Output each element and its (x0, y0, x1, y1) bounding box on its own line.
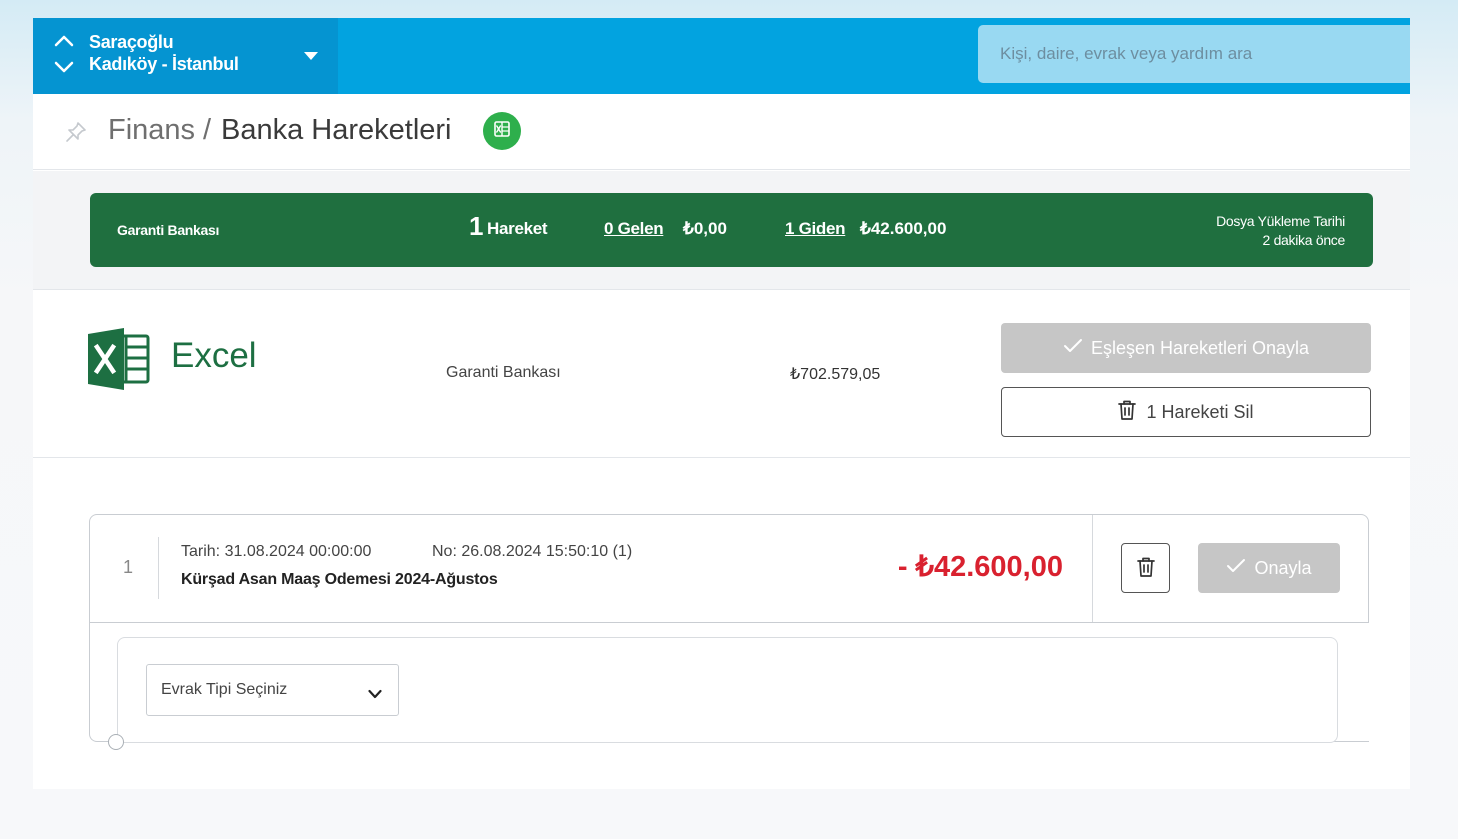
breadcrumb-root[interactable]: Finans (108, 114, 195, 147)
bank-summary-bar: Garanti Bankası 1 Hareket 0 Gelen ₺0,00 … (90, 193, 1373, 267)
pin-icon[interactable] (65, 121, 87, 143)
page-title: Banka Hareketleri (221, 114, 452, 146)
document-type-placeholder: Evrak Tipi Seçiniz (161, 681, 288, 698)
summary-bank-name: Garanti Bankası (117, 222, 220, 238)
transaction-card: 1 Tarih: 31.08.2024 00:00:00 No: 26.08.2… (89, 514, 1369, 623)
upload-date-label: Dosya Yükleme Tarihi (1216, 213, 1345, 229)
approve-transaction-label: Onayla (1254, 557, 1312, 578)
transaction-index: 1 (123, 557, 134, 577)
outgoing-amount: ₺42.600,00 (860, 219, 947, 238)
document-type-select[interactable]: Evrak Tipi Seçiniz (146, 664, 399, 716)
transaction-detail-panel: Evrak Tipi Seçiniz (117, 637, 1338, 743)
outgoing-link[interactable]: 1 Giden (785, 219, 846, 239)
summary-band: Garanti Bankası 1 Hareket 0 Gelen ₺0,00 … (33, 171, 1410, 290)
approve-matched-button[interactable]: Eşleşen Hareketleri Onayla (1001, 323, 1371, 373)
transaction-number: No: 26.08.2024 15:50:10 (1) (432, 543, 633, 560)
site-switcher[interactable]: Saraçoğlu Kadıköy - İstanbul (33, 18, 338, 94)
chevron-up-down-icon[interactable] (53, 31, 75, 77)
transaction-description: Kürşad Asan Maaş Odemesi 2024-Ağustos (181, 571, 498, 588)
site-name: Saraçoğlu (89, 32, 174, 52)
transaction-amount: - ₺42.600,00 (897, 551, 1063, 583)
delete-movements-label: 1 Hareketi Sil (1146, 401, 1254, 422)
approve-transaction-button[interactable]: Onayla (1198, 543, 1340, 593)
breadcrumb-separator: / (203, 114, 212, 146)
summary-movement-label: Hareket (487, 219, 548, 238)
upload-date-value: 2 dakika önce (1262, 232, 1346, 248)
export-excel-button[interactable] (483, 112, 521, 150)
chevron-down-icon (368, 686, 382, 699)
file-row: Excel Garanti Bankası ₺702.579,05 Eşleşe… (33, 290, 1410, 458)
excel-label: Excel (171, 336, 257, 375)
file-balance: ₺702.579,05 (790, 366, 881, 383)
excel-logo-icon (88, 328, 150, 390)
divider (1092, 515, 1093, 622)
caret-down-icon[interactable] (303, 48, 319, 60)
approve-matched-label: Eşleşen Hareketleri Onayla (1090, 337, 1310, 358)
trash-icon (1136, 557, 1155, 580)
breadcrumb: Finans / Banka Hareketleri (33, 94, 1410, 170)
incoming-amount: ₺0,00 (683, 219, 727, 238)
check-icon (1063, 338, 1083, 359)
trash-icon (1118, 400, 1137, 425)
app-window: Saraçoğlu Kadıköy - İstanbul Finans / Ba… (33, 18, 1410, 789)
delete-transaction-button[interactable] (1121, 543, 1170, 593)
connector-dot (108, 734, 124, 750)
search-input[interactable] (978, 25, 1410, 83)
summary-movement-count: 1 (469, 211, 484, 241)
transaction-date: Tarih: 31.08.2024 00:00:00 (181, 543, 372, 560)
incoming-link[interactable]: 0 Gelen (604, 219, 664, 239)
excel-icon (492, 119, 512, 144)
delete-movements-button[interactable]: 1 Hareketi Sil (1001, 387, 1371, 437)
site-location: Kadıköy - İstanbul (89, 54, 239, 74)
check-icon (1226, 558, 1246, 579)
file-bank-name: Garanti Bankası (446, 364, 561, 381)
divider (158, 537, 159, 599)
top-bar: Saraçoğlu Kadıköy - İstanbul (33, 18, 1410, 94)
